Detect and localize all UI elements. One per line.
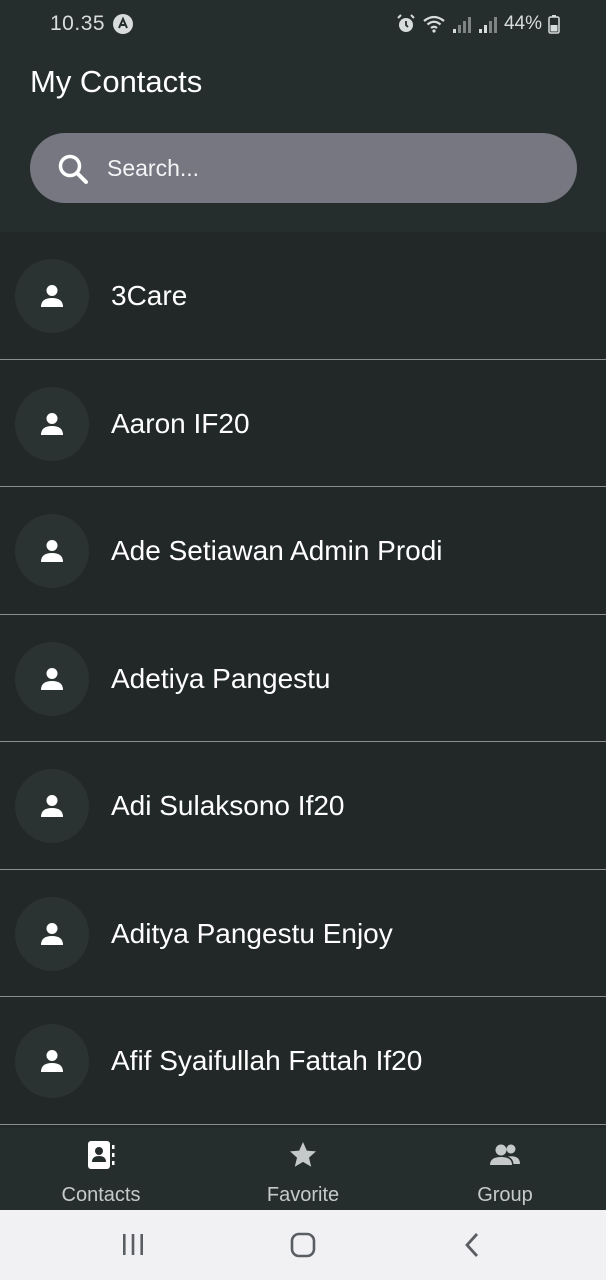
contact-item[interactable]: Afif Syaifullah Fattah If20 bbox=[0, 997, 606, 1125]
contact-item[interactable]: Aaron IF20 bbox=[0, 360, 606, 487]
avatar bbox=[15, 386, 89, 461]
status-icons: 44% bbox=[396, 12, 560, 36]
person-icon bbox=[41, 285, 63, 307]
home-icon[interactable] bbox=[290, 1232, 316, 1258]
contact-item[interactable]: Adetiya Pangestu bbox=[0, 615, 606, 742]
search-bar[interactable] bbox=[30, 133, 577, 203]
contact-name: 3Care bbox=[111, 280, 188, 311]
system-nav-bar bbox=[0, 1210, 606, 1280]
contact-name: Ade Setiawan Admin Prodi bbox=[111, 535, 443, 566]
nav-item-contacts[interactable]: Contacts bbox=[0, 1128, 202, 1210]
contact-item[interactable]: 3Care bbox=[0, 232, 606, 360]
back-icon[interactable] bbox=[463, 1232, 483, 1258]
page-title: My Contacts bbox=[30, 64, 203, 99]
battery-percent: 44% bbox=[503, 13, 542, 34]
person-icon bbox=[41, 540, 63, 562]
recents-icon[interactable] bbox=[121, 1232, 145, 1258]
person-icon bbox=[41, 412, 63, 435]
signal-icon bbox=[478, 17, 497, 33]
contact-item[interactable]: Aditya Pangestu Enjoy bbox=[0, 870, 606, 997]
wifi-icon bbox=[423, 15, 445, 33]
contacts-icon bbox=[88, 1141, 115, 1169]
person-icon bbox=[41, 667, 63, 690]
person-icon bbox=[41, 1050, 63, 1072]
nav-item-group[interactable]: Group bbox=[404, 1128, 606, 1210]
nav-item-favorite[interactable]: Favorite bbox=[202, 1128, 404, 1210]
avatar bbox=[15, 514, 89, 588]
battery-icon bbox=[548, 15, 560, 34]
status-bar: 10.35 44% bbox=[0, 0, 606, 48]
signal-icon bbox=[452, 17, 471, 33]
app-notification-icon bbox=[113, 14, 133, 34]
nav-label: Group bbox=[477, 1184, 533, 1206]
bottom-nav: Contacts Favorite Group bbox=[0, 1128, 606, 1210]
avatar bbox=[15, 769, 89, 843]
nav-label: Favorite bbox=[266, 1184, 340, 1206]
contact-list: 3Care Aaron IF20 Ade Setiawan Admin Prod… bbox=[0, 232, 606, 1128]
search-icon bbox=[58, 154, 88, 184]
star-icon bbox=[290, 1142, 316, 1167]
person-icon bbox=[41, 795, 63, 817]
contact-name: Adi Sulaksono If20 bbox=[111, 790, 345, 821]
avatar bbox=[15, 641, 89, 716]
group-icon bbox=[490, 1144, 520, 1165]
alarm-icon bbox=[397, 14, 415, 32]
status-time: 10.35 bbox=[50, 12, 106, 35]
contact-name: Adetiya Pangestu bbox=[111, 662, 331, 694]
avatar bbox=[15, 896, 89, 971]
contact-item[interactable]: Adi Sulaksono If20 bbox=[0, 742, 606, 870]
app-header: 10.35 44% My Contacts Search... bbox=[0, 0, 606, 232]
contact-name: Aditya Pangestu Enjoy bbox=[111, 917, 393, 949]
contact-name: Aaron IF20 bbox=[111, 407, 250, 439]
nav-label: Contacts bbox=[61, 1184, 141, 1206]
person-icon bbox=[41, 922, 63, 945]
avatar bbox=[15, 259, 89, 333]
avatar bbox=[15, 1024, 89, 1098]
contact-item[interactable]: Ade Setiawan Admin Prodi bbox=[0, 487, 606, 615]
contact-name: Afif Syaifullah Fattah If20 bbox=[111, 1045, 423, 1076]
search-input[interactable] bbox=[107, 133, 547, 203]
